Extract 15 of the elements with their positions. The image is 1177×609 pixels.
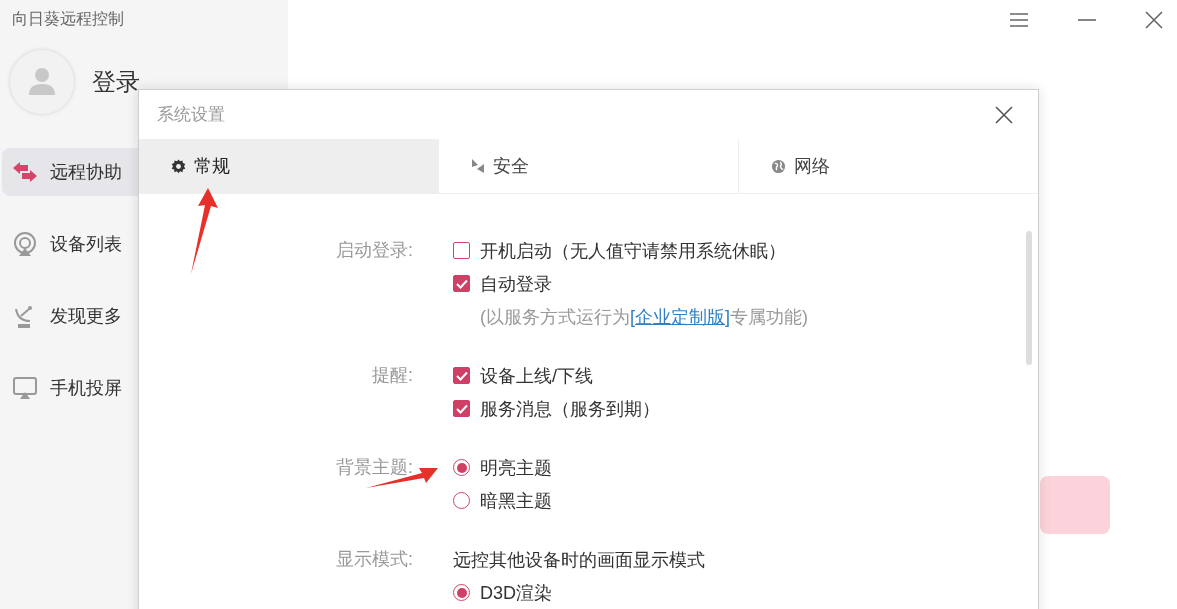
setting-label: 启动登录: <box>335 239 413 262</box>
setting-label: 显示模式: <box>335 548 413 571</box>
option-label: D3D渲染 <box>480 581 552 605</box>
setting-label: 提醒: <box>371 364 413 387</box>
option-label: 明亮主题 <box>480 456 552 480</box>
option-label: 自动登录 <box>480 272 552 296</box>
option-label: 服务消息（服务到期） <box>480 397 660 421</box>
option-label: 暗黑主题 <box>480 489 552 513</box>
option-label: 设备上线/下线 <box>480 364 593 388</box>
app-title: 向日葵远程控制 <box>11 9 125 29</box>
dialog-title: 系统设置 <box>157 104 225 126</box>
option-label: 开机启动（无人值守请禁用系统休眠） <box>480 239 786 263</box>
description-text: 远控其他设备时的画面显示模式 <box>453 548 705 572</box>
note-text: (以服务方式运行为[企业定制版]专属功能) <box>480 305 808 329</box>
setting-label: 背景主题: <box>335 456 413 479</box>
